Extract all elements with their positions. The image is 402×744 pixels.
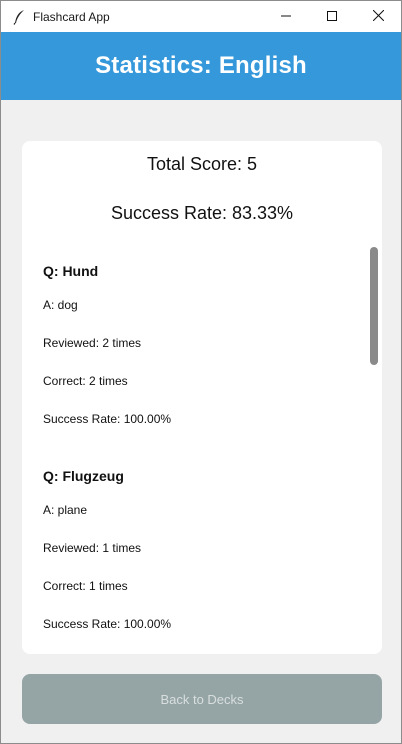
total-score: Total Score: 5 — [146, 154, 258, 174]
maximize-icon — [327, 8, 337, 26]
card-question: Q: Flugzeug — [43, 468, 124, 484]
title-bar[interactable]: Flashcard App — [1, 1, 401, 32]
page-title: Statistics: English — [95, 52, 307, 79]
page-header: Statistics: English — [1, 32, 401, 100]
minimize-icon — [281, 8, 291, 26]
scrollbar-thumb[interactable] — [370, 247, 378, 365]
card-success-rate: Success Rate: 100.00% — [43, 617, 172, 631]
close-icon — [372, 8, 384, 26]
back-to-decks-button[interactable]: Back to Decks — [22, 674, 382, 724]
feather-icon — [10, 8, 28, 26]
statistics-card: Total Score: 5 Success Rate: 83.33% Q: H… — [22, 141, 382, 654]
app-window: Flashcard App Statistics: English Total … — [0, 0, 402, 744]
card-answer: A: dog — [43, 298, 78, 312]
window-title: Flashcard App — [33, 9, 110, 24]
minimize-button[interactable] — [263, 1, 309, 32]
card-reviewed: Reviewed: 1 times — [43, 541, 142, 555]
card-stats-list[interactable]: Q: Hund A: dog Reviewed: 2 times Correct… — [22, 241, 382, 654]
close-button[interactable] — [355, 1, 401, 32]
card-success-rate: Success Rate: 100.00% — [43, 412, 172, 426]
card-question: Q: Hund — [43, 263, 99, 279]
maximize-button[interactable] — [309, 1, 355, 32]
card-correct: Correct: 1 times — [43, 579, 128, 593]
card-answer: A: plane — [43, 503, 88, 517]
overall-success-rate: Success Rate: 83.33% — [110, 203, 294, 223]
card-reviewed: Reviewed: 2 times — [43, 336, 142, 350]
card-correct: Correct: 2 times — [43, 374, 128, 388]
